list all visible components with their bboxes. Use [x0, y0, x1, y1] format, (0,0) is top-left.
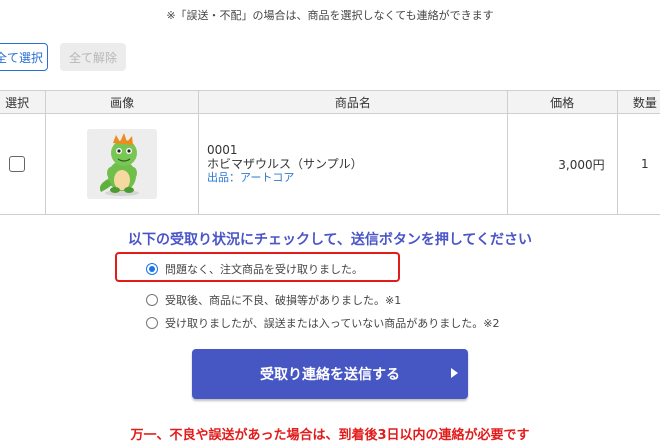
header-image: 画像: [45, 90, 200, 114]
product-table: 選択 画像 商品名 価格 数量 0001 ホビマザウルス（サンプル） 出品：アー…: [0, 90, 660, 215]
radio-button[interactable]: [146, 317, 158, 329]
option-label: 受け取りましたが、誤送または入っていない商品がありました。※2: [165, 317, 500, 330]
play-arrow-icon: [451, 368, 458, 378]
product-quantity: 1: [616, 113, 660, 215]
submit-receipt-button[interactable]: 受取り連絡を送信する: [192, 349, 468, 399]
select-cell: [0, 113, 47, 215]
notice-text: ※「誤送・不配」の場合は、商品を選択しなくても連絡ができます: [166, 9, 494, 22]
table-row: 0001 ホビマザウルス（サンプル） 出品：アートコア 3,000円 1: [0, 113, 660, 215]
option-label: 受取後、商品に不良、破損等がありました。※1: [165, 294, 402, 307]
dinosaur-figure-icon: [87, 129, 158, 199]
warning-text: 万一、不良や誤送があった場合は、到着後3日以内の連絡が必要です: [130, 428, 530, 443]
product-name-cell: 0001 ホビマザウルス（サンプル） 出品：アートコア: [198, 113, 508, 215]
header-product-name: 商品名: [198, 90, 508, 114]
product-name: ホビマザウルス（サンプル）: [207, 157, 363, 171]
table-header-row: 選択 画像 商品名 価格 数量: [0, 90, 660, 114]
instruction-heading: 以下の受取り状況にチェックして、送信ボタンを押してください: [127, 232, 533, 248]
select-all-button[interactable]: 全て選択: [0, 43, 48, 71]
product-code: 0001: [207, 143, 238, 157]
product-select-checkbox[interactable]: [9, 156, 26, 172]
receipt-option-ok[interactable]: 問題なく、注文商品を受け取りました。: [146, 261, 363, 277]
radio-button-selected[interactable]: [146, 263, 158, 275]
radio-button[interactable]: [146, 294, 158, 306]
header-quantity: 数量: [616, 90, 660, 114]
header-select: 選択: [0, 90, 47, 114]
option-label: 問題なく、注文商品を受け取りました。: [165, 263, 363, 276]
product-price: 3,000円: [506, 113, 618, 215]
image-cell: [45, 113, 200, 215]
receipt-option-missing[interactable]: 受け取りましたが、誤送または入っていない商品がありました。※2: [146, 315, 499, 331]
receipt-option-defect[interactable]: 受取後、商品に不良、破損等がありました。※1: [146, 292, 401, 308]
seller-link[interactable]: 出品：アートコア: [207, 171, 507, 185]
deselect-all-button[interactable]: 全て解除: [60, 43, 126, 71]
submit-label: 受取り連絡を送信する: [260, 367, 400, 383]
header-price: 価格: [506, 90, 618, 114]
